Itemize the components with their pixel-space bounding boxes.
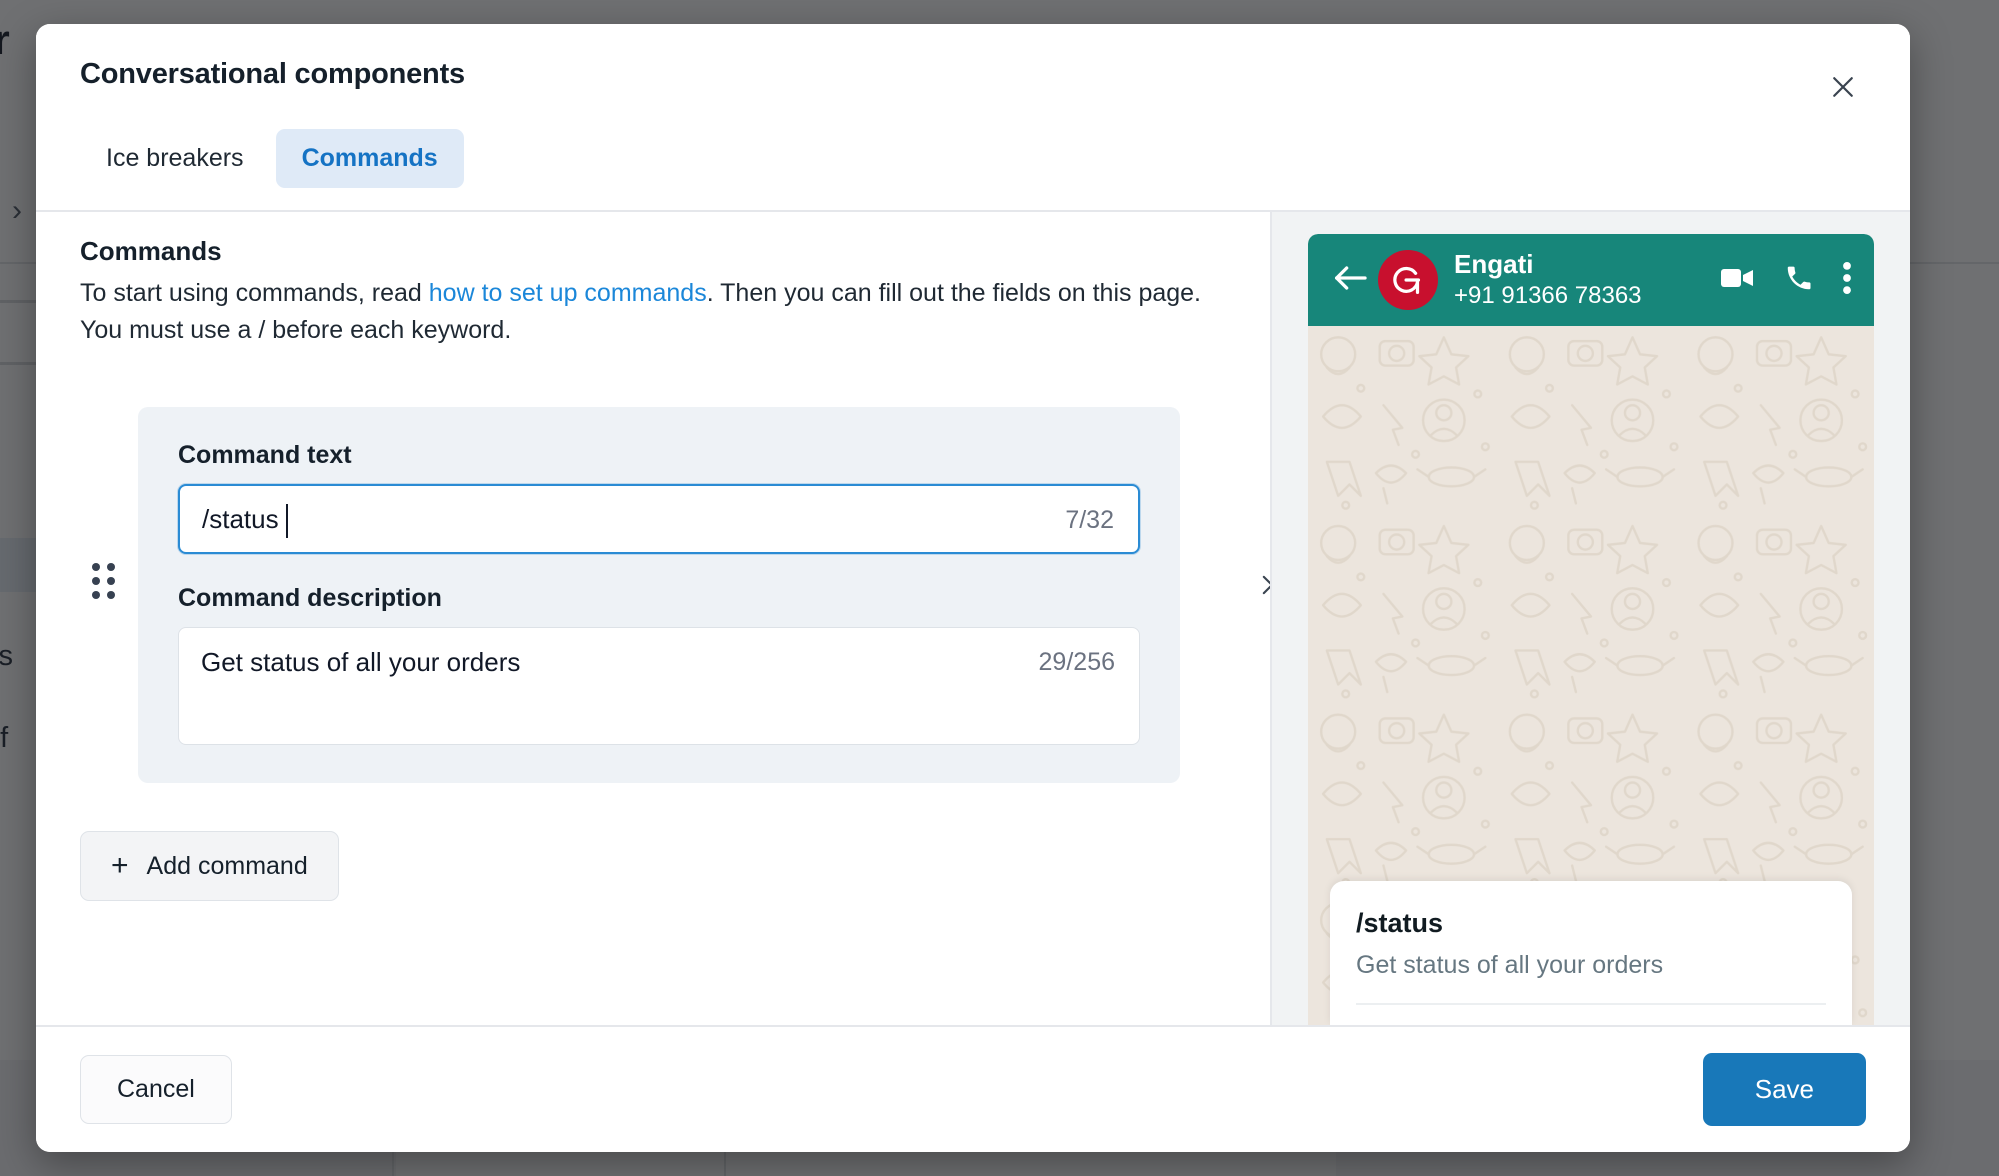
contact-phone: +91 91366 78363 — [1454, 281, 1642, 309]
plus-icon: + — [111, 849, 129, 882]
command-text-counter: 7/32 — [1065, 506, 1114, 534]
command-description-input[interactable] — [179, 628, 1139, 744]
chat-header-actions — [1720, 261, 1852, 300]
add-command-label: Add command — [146, 851, 308, 880]
command-preview-card: /status Get status of all your orders — [1330, 880, 1852, 1025]
command-description-counter: 29/256 — [1038, 648, 1115, 676]
modal-footer: Cancel Save — [36, 1025, 1910, 1152]
section-description-part1: To start using commands, read — [80, 279, 429, 307]
tab-ice-breakers[interactable]: Ice breakers — [80, 129, 270, 188]
command-card: Command text 7/32 Command description 29… — [138, 407, 1180, 783]
drag-handle-icon[interactable] — [92, 563, 116, 599]
section-description: To start using commands, read how to set… — [80, 275, 1226, 349]
engati-logo-icon — [1378, 250, 1438, 310]
arrow-left-icon[interactable] — [1330, 263, 1378, 298]
remove-command-button[interactable] — [1248, 561, 1270, 609]
tab-commands[interactable]: Commands — [275, 129, 464, 188]
chat-wallpaper: /status Get status of all your orders — [1308, 326, 1874, 1025]
command-text-label: Command text — [178, 441, 352, 469]
command-description-label: Command description — [178, 584, 442, 612]
commands-editor-panel: Commands To start using commands, read h… — [36, 212, 1270, 1025]
command-text-input[interactable] — [180, 486, 1138, 552]
modal-body: Commands To start using commands, read h… — [36, 212, 1910, 1025]
whatsapp-preview-panel: Engati +91 91366 78363 /status Get statu… — [1270, 212, 1910, 1025]
video-camera-icon[interactable] — [1720, 265, 1756, 296]
command-preview-title: /status — [1356, 907, 1444, 938]
cancel-button[interactable]: Cancel — [80, 1055, 232, 1124]
text-caret — [286, 504, 288, 538]
add-command-button[interactable]: + Add command — [80, 831, 339, 901]
contact-name: Engati — [1454, 248, 1534, 279]
modal-header: Conversational components Ice breakers C… — [36, 24, 1910, 210]
phone-mockup: Engati +91 91366 78363 /status Get statu… — [1308, 234, 1874, 1025]
page-title: Conversational components — [80, 58, 465, 90]
command-preview-separator — [1356, 1003, 1826, 1005]
close-icon[interactable] — [1820, 64, 1866, 110]
command-preview-description: Get status of all your orders — [1356, 950, 1664, 979]
conversational-components-modal: Conversational components Ice breakers C… — [36, 24, 1910, 1152]
more-vertical-icon[interactable] — [1842, 261, 1852, 300]
command-description-input-wrapper: 29/256 — [178, 627, 1140, 745]
save-button[interactable]: Save — [1702, 1053, 1866, 1126]
command-text-input-wrapper: 7/32 — [178, 484, 1140, 554]
modal-tabs: Ice breakers Commands — [80, 129, 1866, 210]
phone-icon[interactable] — [1784, 263, 1814, 298]
contact-info: Engati +91 91366 78363 — [1454, 248, 1720, 311]
how-to-set-up-commands-link[interactable]: how to set up commands — [429, 279, 707, 307]
section-heading: Commands — [80, 236, 222, 266]
whatsapp-chat-header: Engati +91 91366 78363 — [1308, 234, 1874, 326]
command-row: Command text 7/32 Command description 29… — [92, 407, 1270, 783]
